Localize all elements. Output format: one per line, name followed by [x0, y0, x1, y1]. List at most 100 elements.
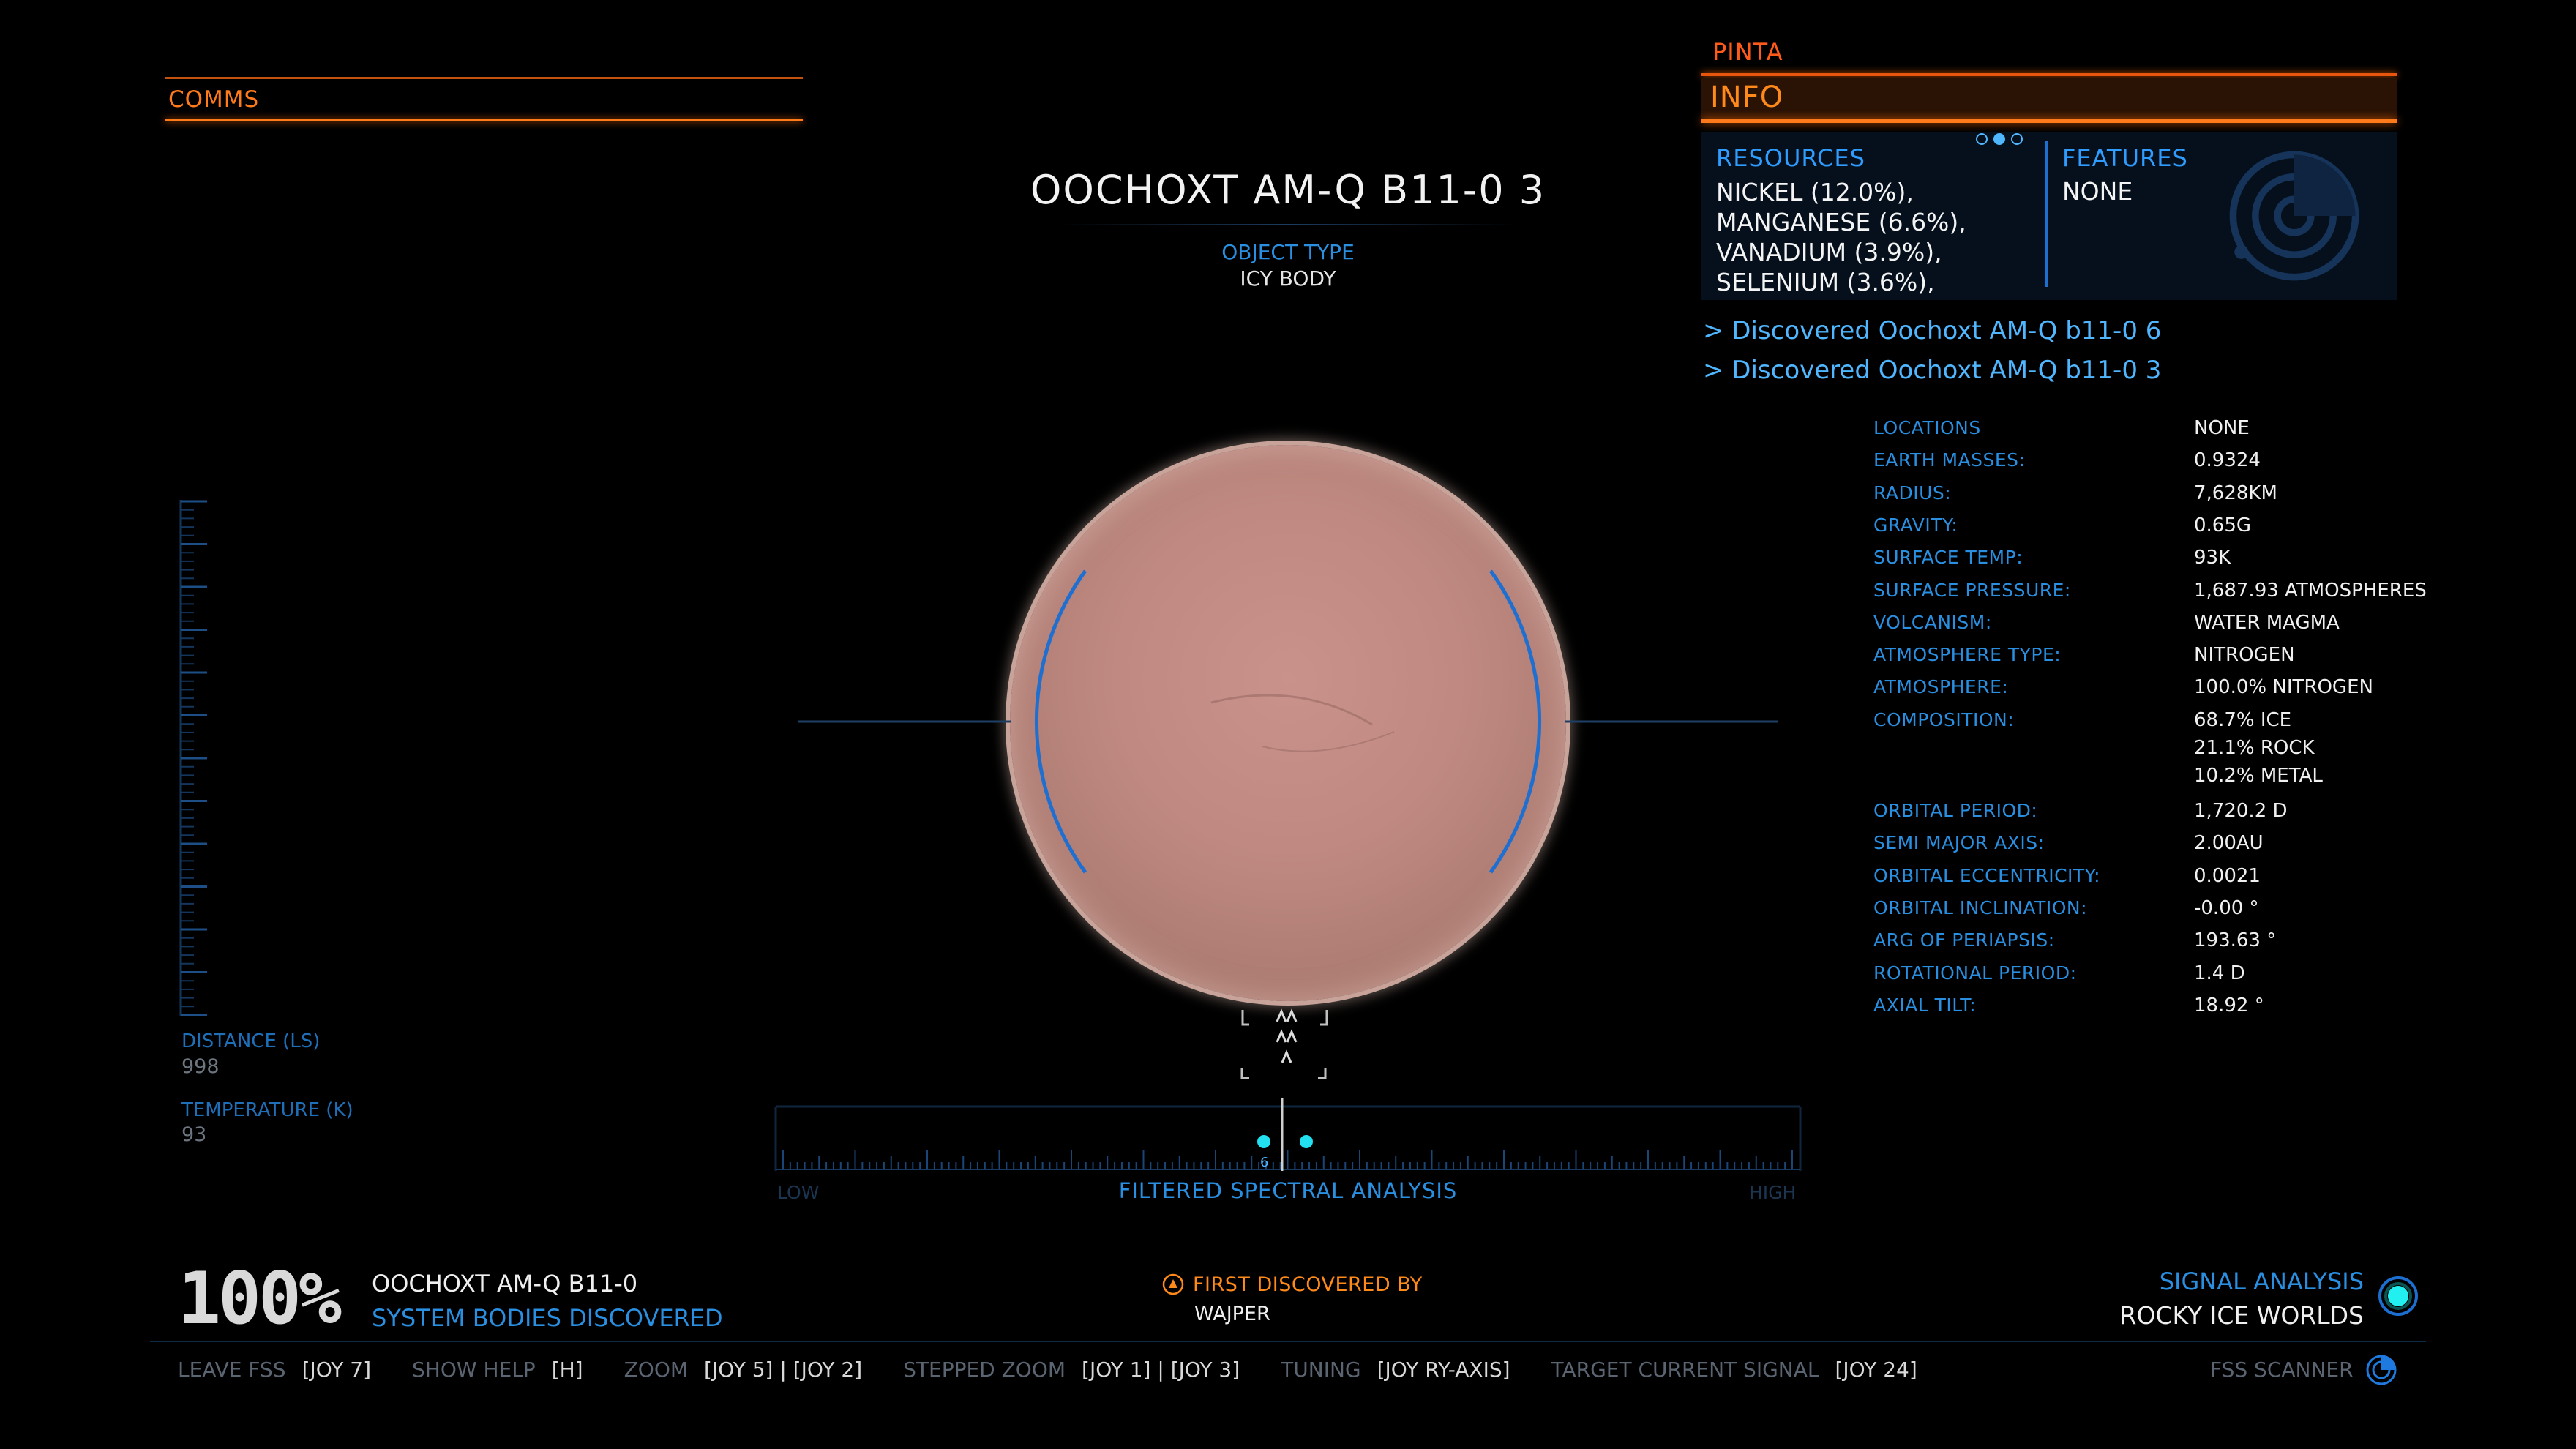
page-indicator[interactable]	[1976, 133, 2029, 148]
page-dot[interactable]	[2011, 133, 2023, 145]
title-underline	[1061, 224, 1515, 225]
page-dot[interactable]	[1976, 133, 1988, 145]
stat-label: ORBITAL PERIOD:	[1873, 800, 2038, 821]
discovery-log-entry[interactable]: > Discovered Oochoxt AM-Q b11-0 6	[1703, 316, 2161, 345]
stat-value: 7,628KM	[2194, 482, 2277, 504]
fss-scanner-icon	[2366, 1355, 2397, 1385]
stat-value: NITROGEN	[2194, 644, 2295, 667]
stat-value: 100.0% NITROGEN	[2194, 676, 2373, 699]
stat-value: 0.0021	[2194, 864, 2261, 887]
stat-value: NONE	[2194, 417, 2250, 439]
stat-label: ATMOSPHERE TYPE:	[1873, 644, 2062, 666]
stat-label: EARTH MASSES:	[1873, 449, 2026, 471]
resource-item: SELENIUM (3.6%),	[1716, 268, 1935, 296]
hint-action: TARGET CURRENT SIGNAL	[1551, 1358, 1819, 1382]
signal-analysis-label: SIGNAL ANALYSIS	[2159, 1268, 2364, 1295]
stat-label: ORBITAL INCLINATION:	[1873, 896, 2088, 918]
control-hints: LEAVE FSS [JOY 7] SHOW HELP [H] ZOOM [JOY 5] …	[178, 1358, 1917, 1382]
features-value: NONE	[2062, 177, 2133, 206]
info-tab[interactable]: INFO	[1710, 80, 1783, 114]
signal-analysis-value: ROCKY ICE WORLDS	[2119, 1301, 2364, 1330]
stat-value: 193.63 °	[2194, 929, 2277, 952]
first-discovered-icon	[1162, 1273, 1184, 1295]
resource-item: VANADIUM (3.9%),	[1716, 238, 1942, 266]
resources-heading: RESOURCES	[1716, 144, 1865, 172]
info-tab-bg[interactable]	[1701, 78, 2397, 121]
resource-item: NICKEL (12.0%),	[1716, 178, 1914, 206]
discovery-log-entry[interactable]: > Discovered Oochoxt AM-Q b11-0 3	[1703, 356, 2161, 385]
stat-value: 0.65G	[2194, 514, 2252, 536]
distance-scale	[179, 500, 207, 1016]
temperature-label: TEMPERATURE (K)	[181, 1099, 353, 1121]
stat-value: WATER MAGMA	[2194, 611, 2340, 634]
temperature-value: 93	[181, 1123, 207, 1146]
stat-label: SURFACE TEMP:	[1873, 547, 2023, 569]
stat-label: GRAVITY:	[1873, 514, 1958, 536]
stat-label: SURFACE PRESSURE:	[1873, 579, 2071, 601]
first-discovered-value: WAJPER	[1194, 1303, 1270, 1325]
resources-divider	[2045, 141, 2048, 287]
hint-binding: [H]	[551, 1358, 583, 1382]
hint-binding: [JOY 24]	[1835, 1358, 1917, 1382]
ship-underline	[1701, 73, 2397, 76]
info-underline	[1701, 119, 2397, 123]
hint-binding: [JOY RY-AXIS]	[1377, 1358, 1510, 1382]
hint-action: LEAVE FSS	[178, 1358, 286, 1382]
stat-label: ROTATIONAL PERIOD:	[1873, 962, 2077, 984]
comms-tab[interactable]: COMMS	[168, 86, 259, 113]
resources-list: NICKEL (12.0%), MANGANESE (6.6%), VANADI…	[1716, 177, 1966, 297]
discovery-percent: 100%	[178, 1257, 342, 1341]
hint-action: SHOW HELP	[412, 1358, 536, 1382]
stat-value: 1.4 D	[2194, 962, 2245, 984]
fss-scanner-label: FSS SCANNER	[2210, 1358, 2354, 1382]
stat-value: 0.9324	[2194, 449, 2261, 472]
distance-label: DISTANCE (LS)	[181, 1030, 321, 1052]
targeting-overlay	[798, 569, 1778, 1079]
stat-value: 10.2% METAL	[2194, 764, 2323, 787]
hint-action: ZOOM	[624, 1358, 689, 1382]
stat-label: LOCATIONS	[1873, 417, 1981, 438]
stat-value: -0.00 °	[2194, 896, 2259, 919]
stat-label: COMPOSITION:	[1873, 708, 2015, 730]
stat-label: AXIAL TILT:	[1873, 994, 1977, 1016]
hint-binding: [JOY 7]	[302, 1358, 371, 1382]
signal-marker[interactable]	[1300, 1135, 1313, 1148]
distance-value: 998	[181, 1055, 220, 1078]
page-dot-active[interactable]	[1993, 133, 2005, 145]
stat-value: 1,687.93 ATMOSPHERES	[2194, 579, 2427, 602]
hint-binding: [JOY 5] | [JOY 2]	[704, 1358, 863, 1382]
feature-radar-icon	[2229, 151, 2359, 281]
spectral-analyzer[interactable]: 6	[772, 1098, 1804, 1178]
object-type-label: OBJECT TYPE	[1221, 240, 1355, 264]
resource-item: MANGANESE (6.6%),	[1716, 208, 1966, 236]
comms-top-line	[165, 77, 803, 79]
stat-label: ORBITAL ECCENTRICITY:	[1873, 864, 2101, 886]
signal-marker[interactable]	[1257, 1135, 1270, 1148]
spectral-label: FILTERED SPECTRAL ANALYSIS	[1118, 1178, 1458, 1203]
stat-label: SEMI MAJOR AXIS:	[1873, 832, 2045, 854]
first-discovered-label: FIRST DISCOVERED BY	[1193, 1273, 1423, 1296]
stat-value: 18.92 °	[2194, 994, 2264, 1016]
stat-label: VOLCANISM:	[1873, 611, 1992, 633]
features-heading: FEATURES	[2062, 144, 2188, 172]
body-title: OOCHOXT AM-Q B11-0 3	[1030, 167, 1546, 213]
spectral-high-label: HIGH	[1749, 1182, 1797, 1203]
stat-label: ATMOSPHERE:	[1873, 676, 2009, 698]
object-type-value: ICY BODY	[1240, 266, 1336, 291]
hint-action: STEPPED ZOOM	[903, 1358, 1066, 1382]
signal-analysis-icon	[2378, 1276, 2418, 1316]
hint-action: TUNING	[1281, 1358, 1361, 1382]
system-bodies-caption: SYSTEM BODIES DISCOVERED	[372, 1304, 723, 1332]
stat-value: 2.00AU	[2194, 832, 2264, 855]
stat-value: 1,720.2 D	[2194, 800, 2288, 822]
system-name: OOCHOXT AM-Q B11-0	[372, 1270, 638, 1298]
stat-label: RADIUS:	[1873, 482, 1952, 503]
bottom-divider	[150, 1341, 2426, 1342]
signal-count: 6	[1260, 1155, 1268, 1170]
hint-binding: [JOY 1] | [JOY 3]	[1082, 1358, 1240, 1382]
stat-value: 21.1% ROCK	[2194, 736, 2315, 759]
stat-value: 93K	[2194, 547, 2231, 569]
comms-bottom-line	[165, 119, 803, 121]
stat-value: 68.7% ICE	[2194, 708, 2292, 731]
spectral-low-label: LOW	[777, 1182, 820, 1203]
